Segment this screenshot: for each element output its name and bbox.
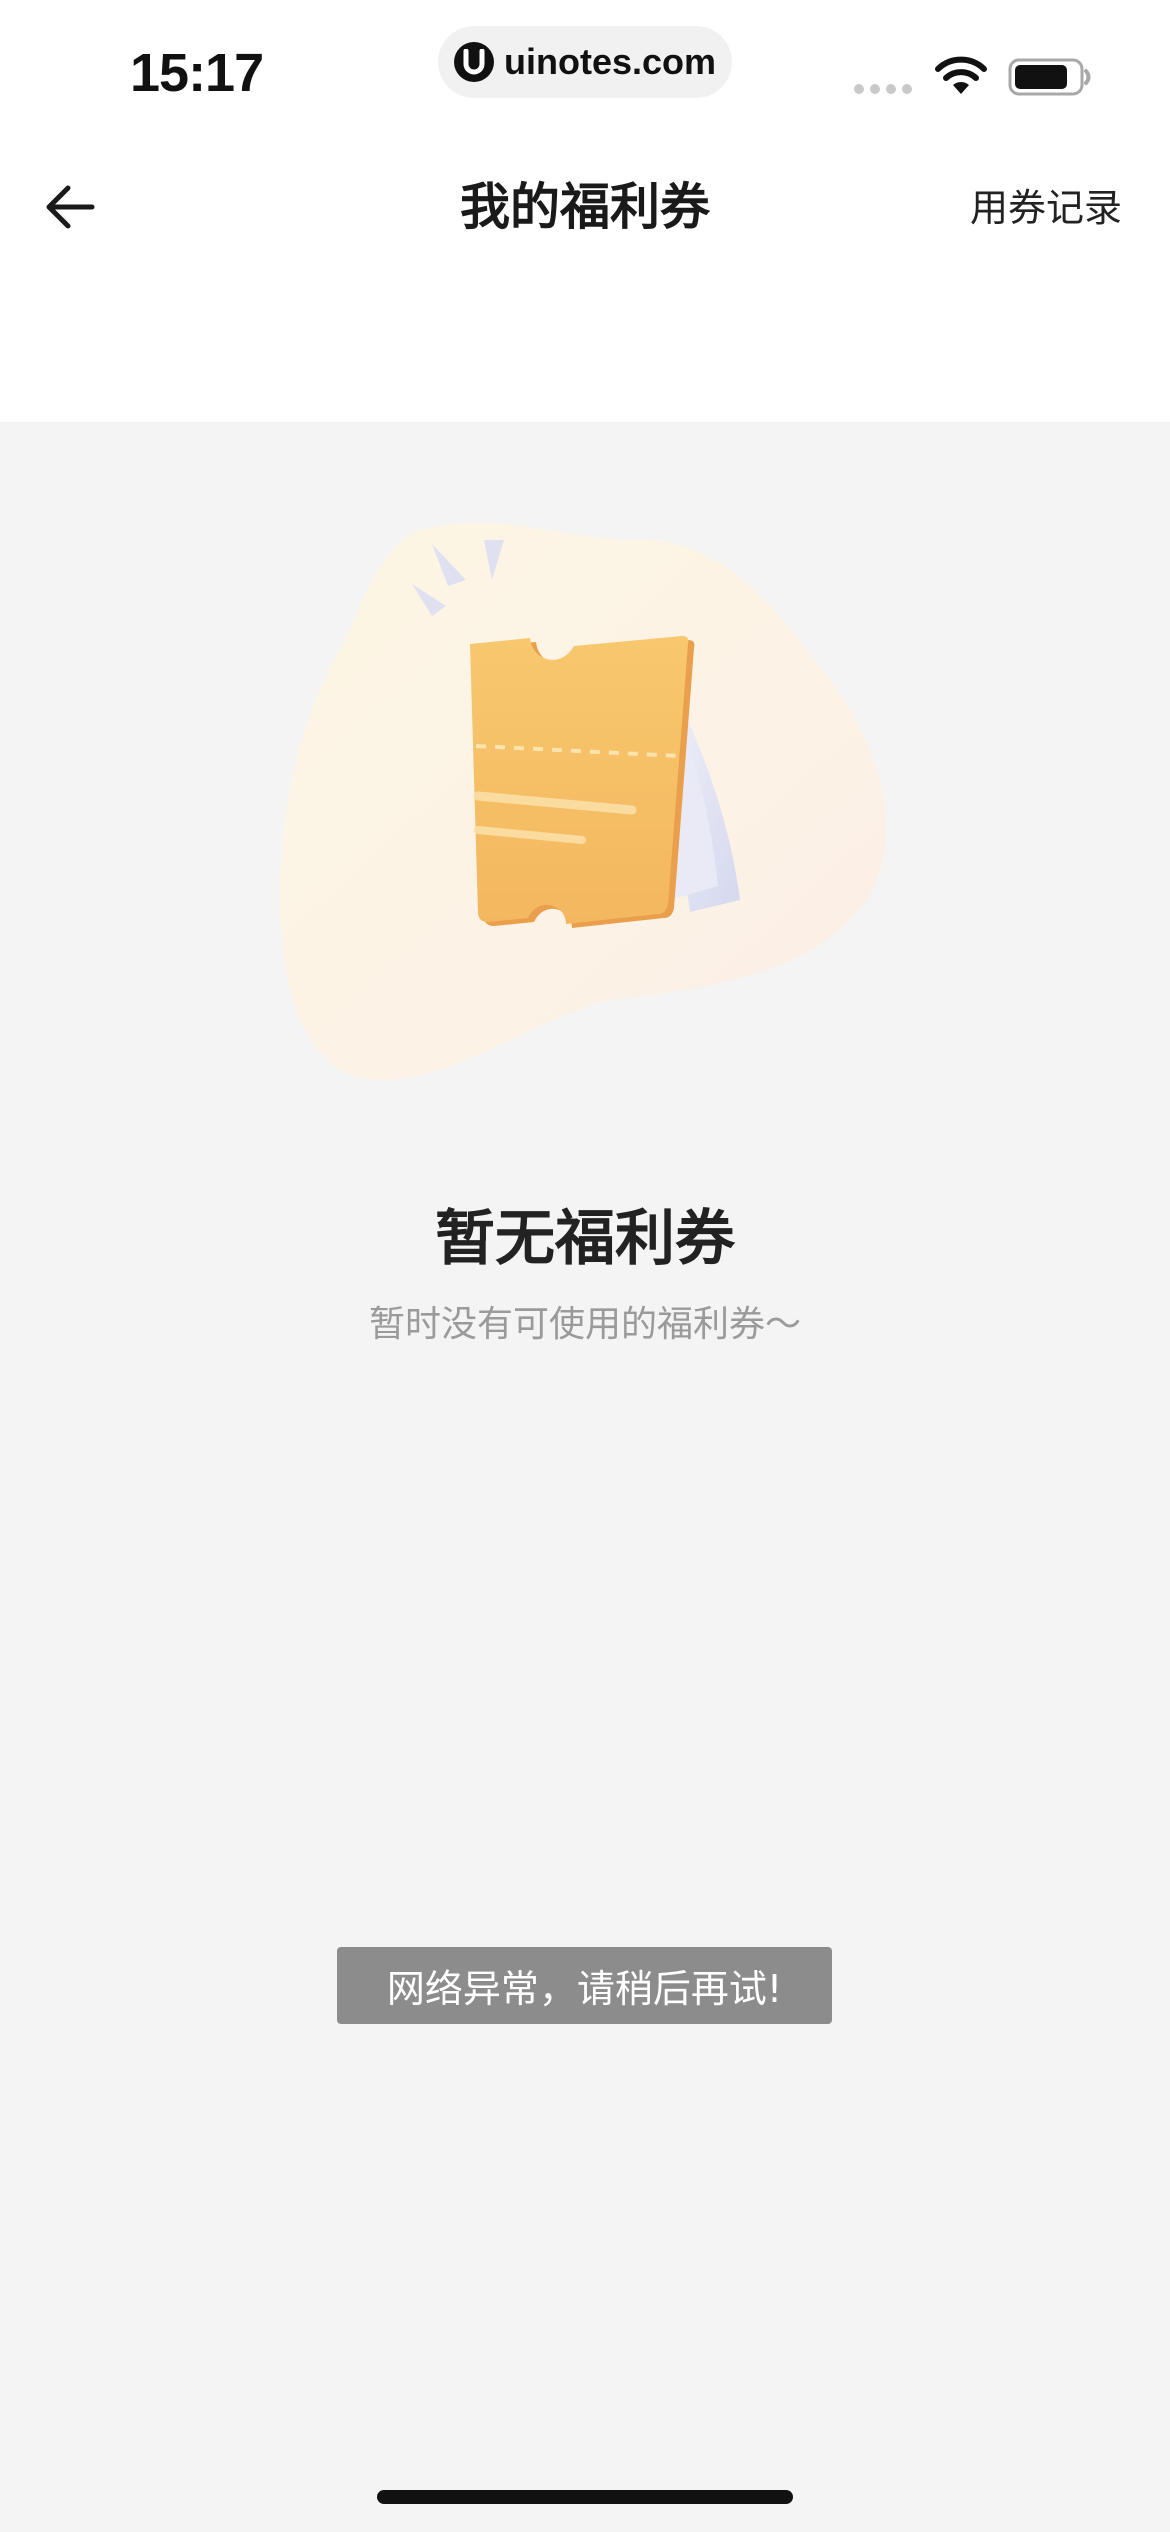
url-pill[interactable]: uinotes.com — [438, 26, 732, 98]
back-button[interactable] — [30, 174, 110, 240]
status-bar: 15:17 uinotes.com — [0, 0, 1170, 150]
coupon-ticket-illustration — [280, 523, 887, 1080]
url-text: uinotes.com — [504, 41, 717, 82]
network-error-toast: 网络异常，请稍后再试! — [337, 1947, 832, 2024]
status-time: 15:17 — [130, 43, 264, 103]
wifi-icon — [935, 56, 987, 94]
home-indicator[interactable] — [377, 2490, 793, 2504]
toast-message: 网络异常，请稍后再试! — [386, 1967, 783, 2011]
empty-state-subtitle: 暂时没有可使用的福利券～ — [368, 1304, 801, 1345]
nav-bar: 我的福利券 用券记录 — [0, 150, 1170, 422]
empty-state-title: 暂无福利券 — [435, 1204, 735, 1274]
battery-icon — [1008, 58, 1091, 96]
site-logo-icon — [454, 42, 494, 82]
arrow-left-icon — [46, 185, 95, 229]
signal-dots-icon — [854, 84, 912, 94]
coupon-records-link[interactable]: 用券记录 — [970, 180, 1122, 236]
